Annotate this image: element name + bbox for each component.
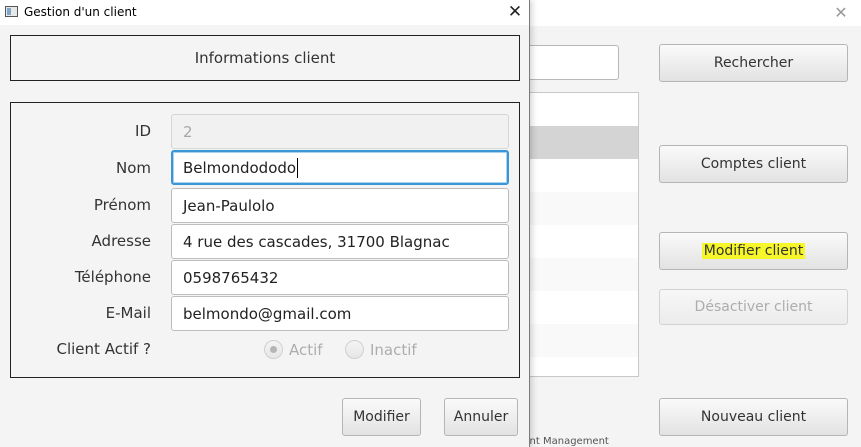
radio-checked-icon — [264, 340, 283, 359]
list-item[interactable] — [520, 126, 638, 159]
nom-value: Belmondododo — [183, 158, 297, 177]
radio-inactif: Inactif — [345, 340, 417, 359]
nom-label: Nom — [115, 159, 151, 177]
adresse-field[interactable]: 4 rue des cascades, 31700 Blagnac — [171, 224, 509, 259]
close-icon[interactable]: ✕ — [502, 1, 528, 23]
search-button[interactable]: Rechercher — [659, 44, 848, 82]
list-item[interactable] — [520, 159, 638, 192]
prenom-field[interactable]: Jean-Paulolo — [171, 188, 509, 223]
list-item[interactable] — [520, 357, 638, 376]
nom-field[interactable]: Belmondododo — [171, 150, 509, 185]
telephone-label: Téléphone — [74, 268, 151, 286]
client-dialog: Gestion d'un client ✕ Informations clien… — [0, 0, 530, 447]
background-bottom-text: ...nt Management — [520, 437, 609, 447]
email-value: belmondo@gmail.com — [183, 304, 352, 323]
client-list[interactable] — [520, 92, 639, 377]
modify-client-button[interactable]: Modifier client — [659, 232, 848, 270]
modifier-button[interactable]: Modifier — [342, 398, 421, 436]
section-header: Informations client — [10, 35, 520, 81]
section-header-label: Informations client — [194, 49, 336, 67]
radio-actif: Actif — [264, 340, 323, 359]
search-input[interactable] — [520, 45, 619, 80]
annuler-button[interactable]: Annuler — [444, 398, 518, 436]
radio-actif-label: Actif — [289, 340, 323, 359]
email-label: E-Mail — [105, 304, 151, 322]
id-field: 2 — [171, 114, 509, 149]
prenom-value: Jean-Paulolo — [183, 196, 275, 215]
radio-unchecked-icon — [345, 340, 364, 359]
list-item[interactable] — [520, 291, 638, 324]
dialog-titlebar: Gestion d'un client ✕ — [0, 0, 529, 25]
dialog-title: Gestion d'un client — [24, 5, 137, 19]
text-caret — [297, 157, 299, 178]
radio-inactif-label: Inactif — [370, 340, 417, 359]
id-value: 2 — [183, 122, 193, 141]
email-field[interactable]: belmondo@gmail.com — [171, 296, 509, 331]
client-accounts-button[interactable]: Comptes client — [659, 145, 848, 183]
list-item[interactable] — [520, 258, 638, 291]
new-client-button[interactable]: Nouveau client — [659, 398, 848, 436]
prenom-label: Prénom — [93, 196, 151, 214]
list-item[interactable] — [520, 225, 638, 258]
telephone-field[interactable]: 0598765432 — [171, 260, 509, 295]
telephone-value: 0598765432 — [183, 268, 279, 287]
list-item[interactable] — [520, 324, 638, 357]
main-close-icon[interactable]: ✕ — [829, 2, 853, 24]
modify-client-label: Modifier client — [701, 243, 806, 259]
client-actif-label: Client Actif ? — [56, 340, 152, 358]
list-item[interactable] — [520, 93, 638, 126]
id-label: ID — [135, 122, 151, 140]
deactivate-client-button: Désactiver client — [659, 289, 848, 325]
list-item[interactable] — [520, 192, 638, 225]
adresse-label: Adresse — [91, 232, 151, 250]
adresse-value: 4 rue des cascades, 31700 Blagnac — [183, 232, 450, 251]
app-window-icon — [5, 6, 18, 17]
